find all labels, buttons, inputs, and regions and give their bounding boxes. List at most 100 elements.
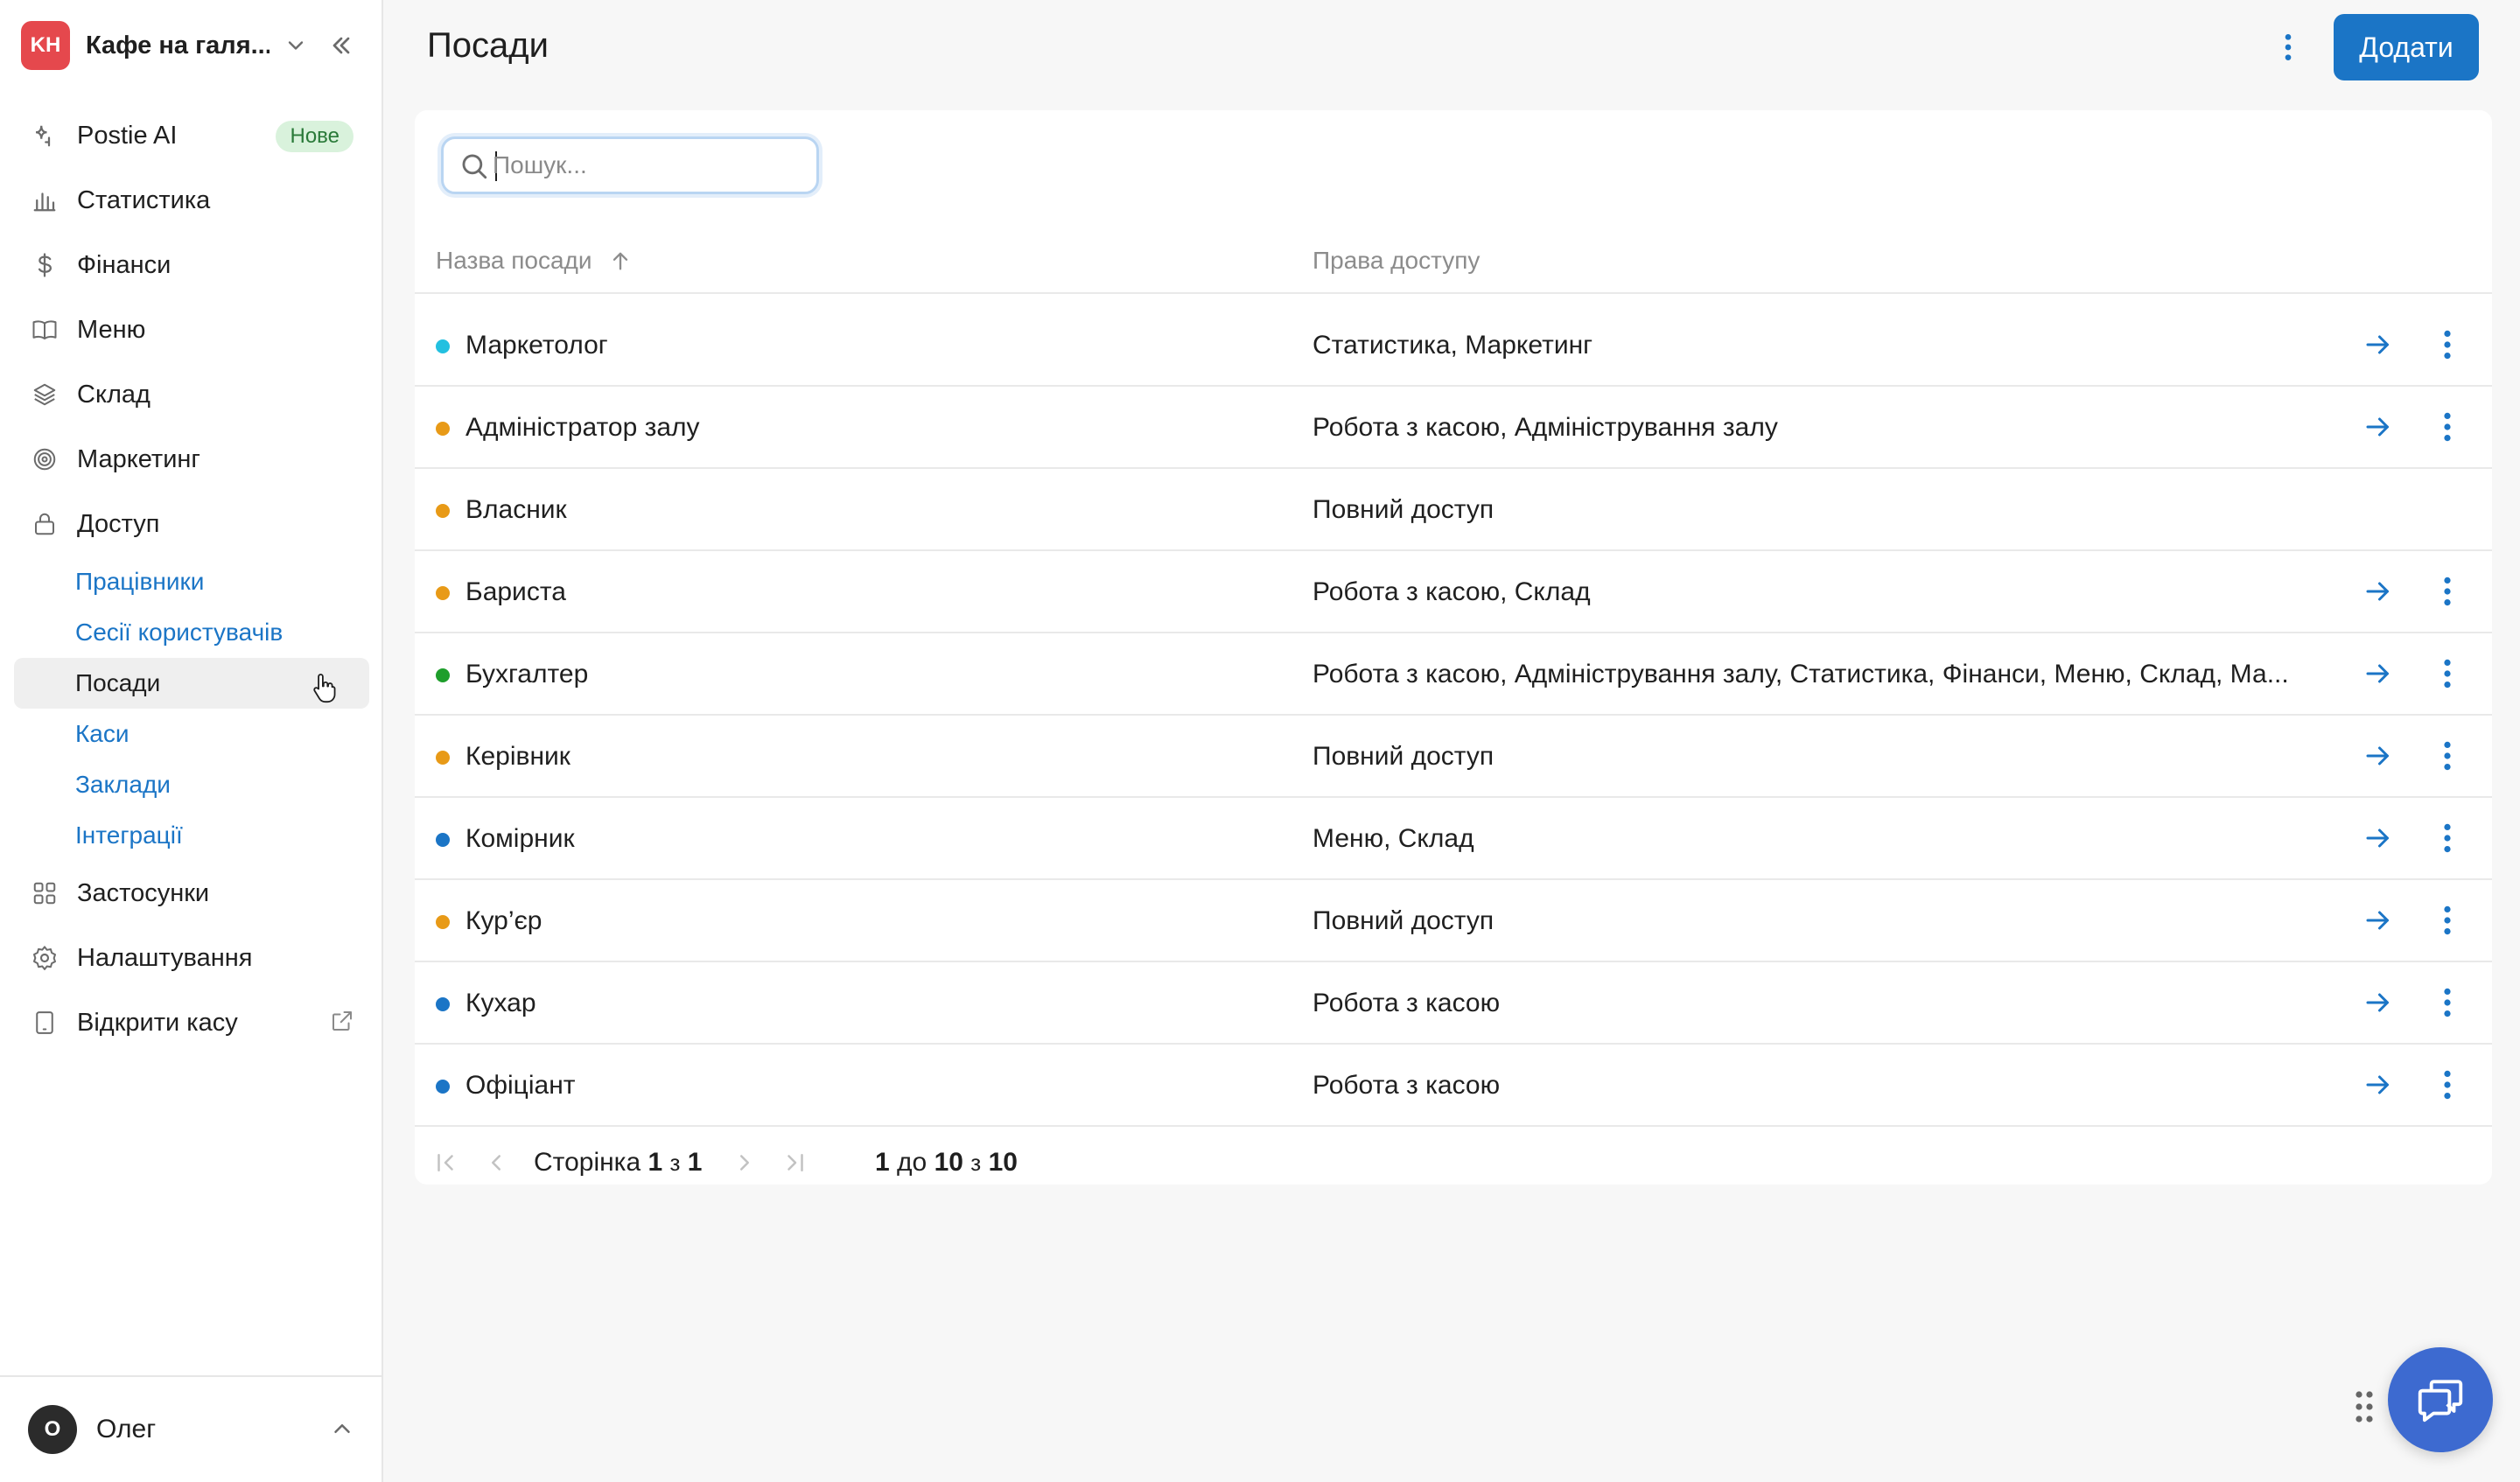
position-permissions: Робота з касою, Склад bbox=[1312, 577, 1591, 606]
sidebar-item-settings[interactable]: Налаштування bbox=[14, 926, 369, 990]
position-permissions: Робота з касою, Адміністрування залу, Ст… bbox=[1312, 660, 2289, 689]
collapse-sidebar-icon[interactable] bbox=[327, 31, 355, 59]
table-row[interactable]: Маркетолог Статистика, Маркетинг bbox=[415, 304, 2492, 387]
bar-chart-icon bbox=[30, 185, 60, 215]
sidebar-item-postie-ai[interactable]: Postie AI Нове bbox=[14, 103, 369, 168]
arrow-right-icon[interactable] bbox=[2362, 658, 2394, 689]
positions-table-card: Назва посади Права доступу Маркетолог Ста… bbox=[415, 110, 2492, 1185]
sidebar-item-statistics[interactable]: Статистика bbox=[14, 168, 369, 233]
more-options-icon[interactable] bbox=[2432, 987, 2462, 1018]
position-name: Керівник bbox=[466, 742, 570, 771]
sidebar-item-access[interactable]: Доступ bbox=[14, 492, 369, 556]
table-row[interactable]: Керівник Повний доступ bbox=[415, 716, 2492, 798]
sidebar-item-label: Налаштування bbox=[77, 943, 253, 972]
table-row[interactable]: Бухгалтер Робота з касою, Адміністрування… bbox=[415, 633, 2492, 716]
arrow-right-icon[interactable] bbox=[2362, 411, 2394, 443]
add-button[interactable]: Додати bbox=[2334, 14, 2479, 80]
table-row[interactable]: Комірник Меню, Склад bbox=[415, 798, 2492, 880]
sidebar-subitem-venues[interactable]: Заклади bbox=[14, 759, 369, 810]
chevron-up-icon[interactable] bbox=[329, 1416, 355, 1442]
sidebar-item-finance[interactable]: Фінанси bbox=[14, 233, 369, 297]
current-page: 1 bbox=[648, 1148, 663, 1177]
sidebar-subitem-positions[interactable]: Посади bbox=[14, 658, 369, 709]
more-options-icon[interactable] bbox=[2432, 822, 2462, 854]
sidebar-subitem-registers[interactable]: Каси bbox=[14, 709, 369, 759]
table-row[interactable]: Власник Повний доступ bbox=[415, 469, 2492, 551]
sidebar: KH Кафе на галя... Postie AI Нове Статис… bbox=[0, 0, 383, 1482]
sidebar-item-apps[interactable]: Застосунки bbox=[14, 861, 369, 926]
avatar: О bbox=[28, 1405, 77, 1454]
sidebar-item-label: Фінанси bbox=[77, 250, 172, 279]
range-indicator: 1 до 10 з 10 bbox=[875, 1148, 1018, 1178]
sidebar-item-warehouse[interactable]: Склад bbox=[14, 362, 369, 427]
table-row[interactable]: Бариста Робота з касою, Склад bbox=[415, 551, 2492, 633]
search-icon bbox=[462, 154, 487, 179]
sidebar-item-marketing[interactable]: Маркетинг bbox=[14, 427, 369, 492]
arrow-right-icon[interactable] bbox=[2362, 329, 2394, 360]
grid-icon bbox=[30, 878, 60, 908]
sidebar-subitem-employees[interactable]: Працівники bbox=[14, 556, 369, 607]
page-indicator: Сторінка 1 з 1 bbox=[534, 1148, 702, 1178]
sidebar-item-open-register[interactable]: Відкрити касу bbox=[14, 990, 369, 1055]
dollar-icon bbox=[30, 250, 60, 280]
more-options-icon[interactable] bbox=[2432, 329, 2462, 360]
sidebar-item-menu[interactable]: Меню bbox=[14, 297, 369, 362]
arrow-right-icon[interactable] bbox=[2362, 987, 2394, 1018]
sidebar-item-label: Статистика bbox=[77, 185, 211, 214]
status-dot bbox=[436, 586, 450, 600]
position-name: Кур’єр bbox=[466, 906, 542, 935]
position-permissions: Повний доступ bbox=[1312, 742, 1494, 771]
sidebar-subitem-integrations[interactable]: Інтеграції bbox=[14, 810, 369, 861]
range-of-label: з bbox=[970, 1150, 982, 1176]
page-of-label: з bbox=[669, 1150, 681, 1176]
position-name: Адміністратор залу bbox=[466, 413, 700, 442]
position-name: Бухгалтер bbox=[466, 660, 589, 689]
position-name: Власник bbox=[466, 495, 567, 524]
position-name: Кухар bbox=[466, 989, 536, 1017]
position-permissions: Повний доступ bbox=[1312, 495, 1494, 524]
more-options-icon[interactable] bbox=[2432, 905, 2462, 936]
more-options-icon[interactable] bbox=[2432, 411, 2462, 443]
drag-handle-icon[interactable] bbox=[2354, 1389, 2375, 1424]
status-dot bbox=[436, 751, 450, 765]
more-options-icon[interactable] bbox=[2273, 30, 2303, 65]
table-row[interactable]: Офіціант Робота з касою bbox=[415, 1045, 2492, 1127]
chevron-down-icon[interactable] bbox=[284, 33, 308, 58]
arrow-right-icon[interactable] bbox=[2362, 740, 2394, 772]
more-options-icon[interactable] bbox=[2432, 658, 2462, 689]
table-row[interactable]: Адміністратор залу Робота з касою, Адміні… bbox=[415, 387, 2492, 469]
last-page-icon[interactable] bbox=[782, 1150, 808, 1176]
arrow-right-icon[interactable] bbox=[2362, 905, 2394, 936]
book-icon bbox=[30, 315, 60, 345]
position-permissions: Повний доступ bbox=[1312, 906, 1494, 935]
arrow-right-icon[interactable] bbox=[2362, 822, 2394, 854]
page-label: Сторінка bbox=[534, 1148, 641, 1177]
sidebar-item-label: Маркетинг bbox=[77, 444, 200, 473]
search-input[interactable] bbox=[493, 148, 808, 183]
table-row[interactable]: Кухар Робота з касою bbox=[415, 962, 2492, 1045]
arrow-right-icon[interactable] bbox=[2362, 1069, 2394, 1101]
more-options-icon[interactable] bbox=[2432, 1069, 2462, 1101]
first-page-icon[interactable] bbox=[432, 1150, 458, 1176]
org-switcher[interactable]: KH Кафе на галя... bbox=[21, 21, 362, 70]
arrow-right-icon[interactable] bbox=[2362, 576, 2394, 607]
search-box[interactable] bbox=[441, 136, 819, 194]
range-from: 1 bbox=[875, 1148, 890, 1177]
column-header-name[interactable]: Назва посади bbox=[436, 247, 633, 275]
prev-page-icon[interactable] bbox=[483, 1150, 509, 1176]
sort-ascending-icon[interactable] bbox=[608, 248, 633, 273]
next-page-icon[interactable] bbox=[732, 1150, 758, 1176]
status-dot bbox=[436, 668, 450, 682]
table-row[interactable]: Кур’єр Повний доступ bbox=[415, 880, 2492, 962]
sidebar-item-label: Відкрити касу bbox=[77, 1008, 238, 1037]
support-chat-button[interactable] bbox=[2388, 1347, 2493, 1452]
page-title: Посади bbox=[427, 26, 549, 65]
sidebar-subitem-user-sessions[interactable]: Сесії користувачів bbox=[14, 607, 369, 658]
more-options-icon[interactable] bbox=[2432, 576, 2462, 607]
range-to-label: до bbox=[897, 1148, 928, 1177]
sidebar-item-label: Postie AI bbox=[77, 121, 178, 150]
position-name: Бариста bbox=[466, 577, 566, 606]
more-options-icon[interactable] bbox=[2432, 740, 2462, 772]
user-menu[interactable]: О Олег bbox=[0, 1375, 382, 1482]
sidebar-subitem-label: Посади bbox=[75, 669, 161, 696]
